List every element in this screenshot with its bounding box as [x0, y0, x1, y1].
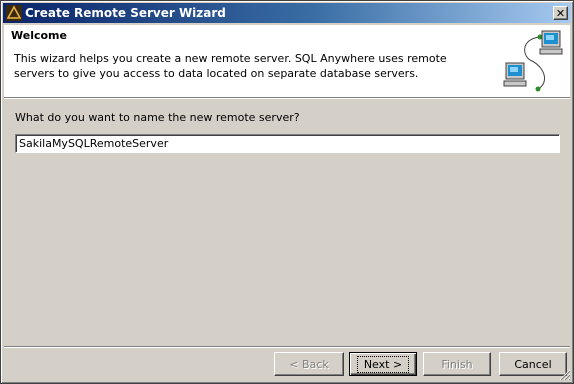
finish-button-label: Finish: [441, 357, 473, 371]
wizard-header: Welcome This wizard helps you create a n…: [4, 25, 570, 98]
back-button-label: < Back: [289, 357, 329, 371]
back-button[interactable]: < Back: [274, 352, 344, 376]
next-button[interactable]: Next >: [349, 352, 417, 376]
cancel-button[interactable]: Cancel: [499, 352, 567, 376]
window-title: Create Remote Server Wizard: [25, 6, 226, 20]
networked-computers-icon: [500, 27, 564, 93]
finish-button[interactable]: Finish: [423, 352, 491, 376]
page-description: This wizard helps you create a new remot…: [14, 52, 447, 80]
page-title: Welcome: [11, 29, 67, 42]
footer-divider-highlight: [4, 347, 570, 348]
server-name-label-text: What do you want to name the new remote …: [15, 111, 300, 124]
wizard-window: Create Remote Server Wizard ✕ Welcome Th…: [0, 0, 574, 384]
cancel-button-label: Cancel: [514, 357, 552, 371]
sql-anywhere-icon: [6, 5, 22, 21]
server-name-label: What do you want to name the new remote …: [15, 111, 300, 124]
resize-grip-icon[interactable]: [559, 369, 571, 381]
close-icon: ✕: [555, 6, 566, 20]
title-bar[interactable]: Create Remote Server Wizard ✕: [3, 3, 571, 23]
next-button-label: Next >: [356, 355, 410, 373]
server-name-input[interactable]: [15, 134, 560, 153]
header-divider: [4, 98, 570, 99]
close-button[interactable]: ✕: [553, 6, 568, 20]
